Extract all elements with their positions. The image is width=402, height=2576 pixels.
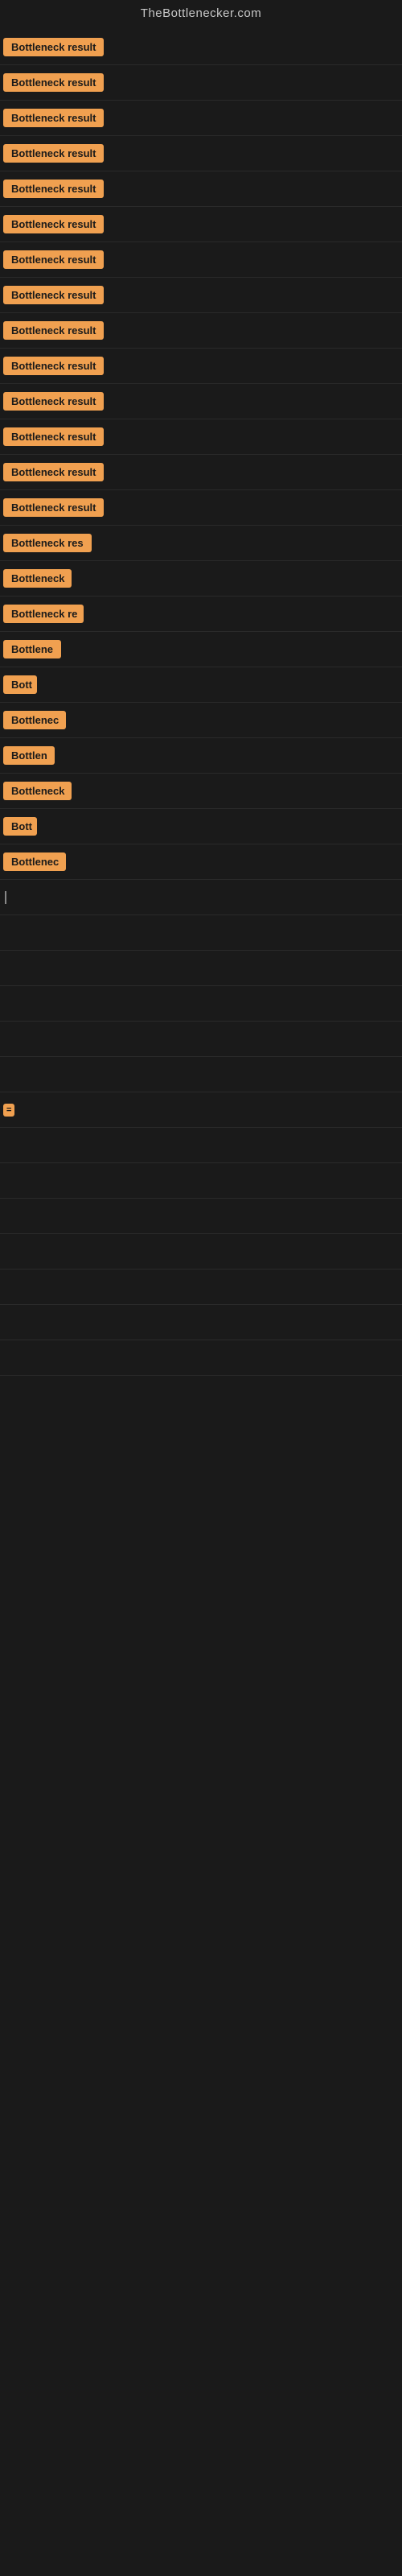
list-item: = xyxy=(0,1092,402,1128)
list-item: Bott xyxy=(0,809,402,844)
rows-container: Bottleneck result Bottleneck result Bottle… xyxy=(0,30,402,1376)
bottleneck-badge: Bottlene xyxy=(3,640,61,658)
list-item: Bottlene xyxy=(0,632,402,667)
bottleneck-badge: Bottleneck result xyxy=(3,180,104,198)
bottleneck-badge: Bottleneck result xyxy=(3,321,104,340)
list-item: Bottlen xyxy=(0,738,402,774)
list-item: Bottleneck xyxy=(0,774,402,809)
list-item xyxy=(0,1199,402,1234)
list-item: Bottleneck result xyxy=(0,30,402,65)
bottleneck-badge: Bottleneck result xyxy=(3,427,104,446)
list-item xyxy=(0,1022,402,1057)
bottleneck-badge: Bottleneck result xyxy=(3,357,104,375)
list-item: Bottleneck result xyxy=(0,419,402,455)
list-item: Bottleneck result xyxy=(0,242,402,278)
bottleneck-badge: Bottleneck result xyxy=(3,109,104,127)
list-item xyxy=(0,1057,402,1092)
bottleneck-badge: Bottleneck re xyxy=(3,605,84,623)
list-item: Bottleneck result xyxy=(0,101,402,136)
bottleneck-badge: Bottleneck result xyxy=(3,392,104,411)
list-item: Bottleneck result xyxy=(0,278,402,313)
bottleneck-badge: Bottlen xyxy=(3,746,55,765)
list-item: Bottleneck result xyxy=(0,171,402,207)
bottleneck-badge: Bott xyxy=(3,675,37,694)
list-item xyxy=(0,1269,402,1305)
bottleneck-badge: Bottlenec xyxy=(3,711,66,729)
list-item xyxy=(0,986,402,1022)
bottleneck-badge: Bottleneck result xyxy=(3,463,104,481)
list-item: Bottleneck result xyxy=(0,384,402,419)
list-item: Bottleneck result xyxy=(0,313,402,349)
list-item: Bottleneck result xyxy=(0,490,402,526)
bottleneck-badge: Bottleneck result xyxy=(3,286,104,304)
list-item: Bottlenec xyxy=(0,844,402,880)
list-item: Bottleneck xyxy=(0,561,402,597)
list-item: Bottleneck result xyxy=(0,65,402,101)
bottleneck-badge: Bottleneck result xyxy=(3,144,104,163)
list-item: Bottleneck result xyxy=(0,349,402,384)
site-header: TheBottlenecker.com xyxy=(0,0,402,30)
bottleneck-badge: Bottleneck result xyxy=(3,498,104,517)
bottleneck-badge: Bottleneck result xyxy=(3,250,104,269)
bottleneck-badge: Bottlenec xyxy=(3,852,66,871)
bottleneck-badge: Bottleneck result xyxy=(3,73,104,92)
list-item: Bott xyxy=(0,667,402,703)
list-item xyxy=(0,1340,402,1376)
list-item: Bottleneck re xyxy=(0,597,402,632)
bottleneck-badge: Bott xyxy=(3,817,37,836)
list-item: Bottleneck result xyxy=(0,207,402,242)
list-item: Bottlenec xyxy=(0,703,402,738)
list-item xyxy=(0,1234,402,1269)
list-item: Bottleneck result xyxy=(0,455,402,490)
list-item xyxy=(0,1163,402,1199)
list-item: Bottleneck res xyxy=(0,526,402,561)
bottleneck-badge: Bottleneck result xyxy=(3,215,104,233)
bottleneck-badge-small: = xyxy=(3,1104,14,1117)
list-item xyxy=(0,915,402,951)
list-item xyxy=(0,951,402,986)
bottleneck-badge: Bottleneck res xyxy=(3,534,92,552)
site-title: TheBottlenecker.com xyxy=(141,6,261,20)
list-item: Bottleneck result xyxy=(0,136,402,171)
list-item xyxy=(0,1305,402,1340)
text-cursor xyxy=(5,891,6,904)
bottleneck-badge: Bottleneck result xyxy=(3,38,104,56)
list-item xyxy=(0,880,402,915)
bottleneck-badge: Bottleneck xyxy=(3,782,72,800)
bottleneck-badge: Bottleneck xyxy=(3,569,72,588)
list-item xyxy=(0,1128,402,1163)
